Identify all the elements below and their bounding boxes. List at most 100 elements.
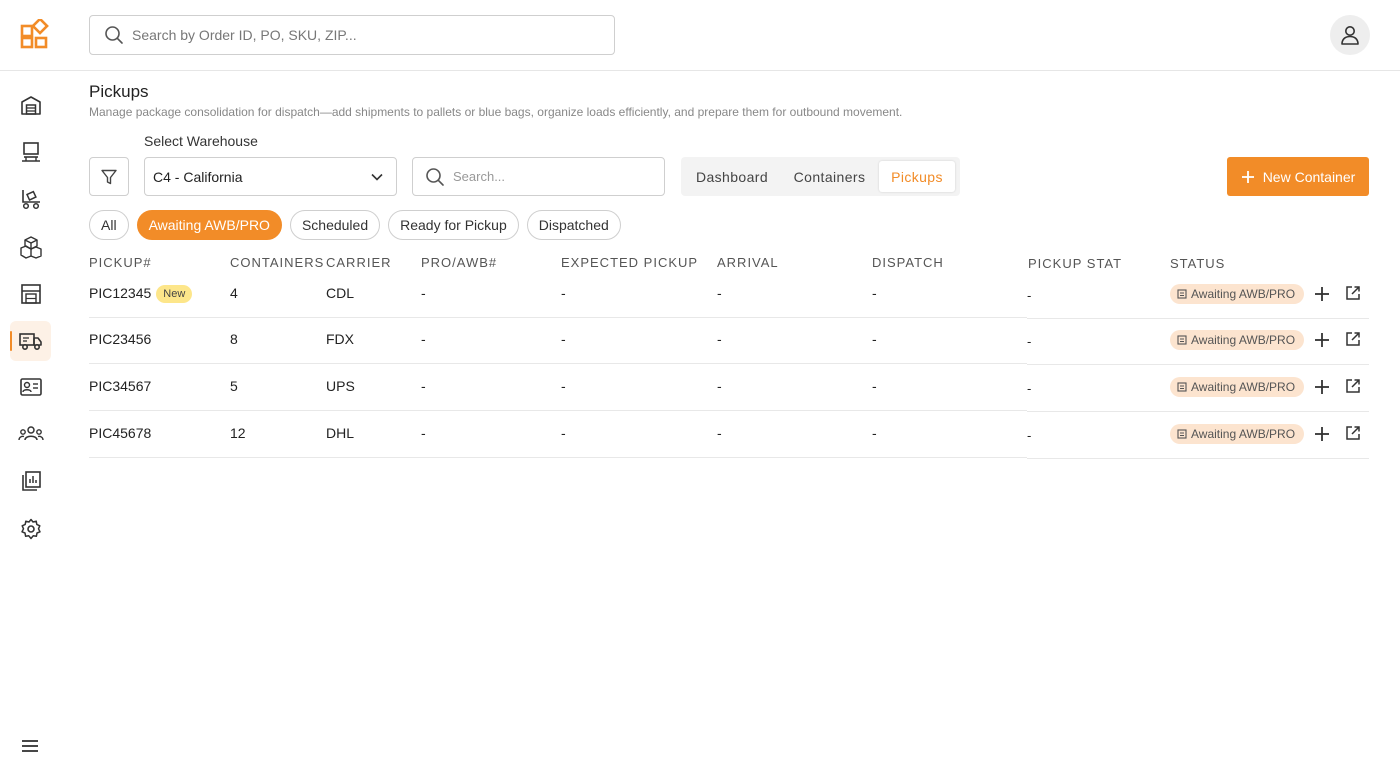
settings-icon — [20, 518, 41, 540]
add-button[interactable] — [1312, 284, 1332, 304]
pro-awb-cell: - — [421, 331, 426, 347]
column-header-dispatch[interactable]: DISPATCH — [872, 255, 944, 270]
column-header-pickup[interactable]: PICKUP# — [89, 255, 152, 270]
row-divider — [89, 457, 1027, 458]
add-button[interactable] — [1312, 330, 1332, 350]
column-header-arrival[interactable]: ARRIVAL — [717, 255, 779, 270]
chip-dispatched[interactable]: Dispatched — [526, 210, 621, 240]
column-header-carrier[interactable]: CARRIER — [326, 255, 392, 270]
containers-cell: 12 — [230, 425, 246, 441]
sidebar-item-workstation[interactable] — [10, 132, 51, 172]
table-row[interactable]: PIC45678 12 DHL - - - - - Awaiting AWB/P… — [89, 411, 1369, 459]
contact-card-icon — [19, 378, 42, 396]
add-button[interactable] — [1312, 424, 1332, 444]
expected-pickup-cell: - — [561, 378, 566, 394]
users-icon — [17, 426, 44, 441]
row-divider — [1027, 458, 1369, 459]
sidebar-item-dock[interactable] — [10, 179, 51, 219]
sidebar-item-packages[interactable] — [10, 227, 51, 267]
app-logo-icon[interactable] — [20, 17, 50, 49]
column-header-pro-awb[interactable]: PRO/AWB# — [421, 255, 497, 270]
sidebar-item-shelving[interactable] — [10, 274, 51, 314]
pickup-stat-cell: - — [1027, 428, 1032, 443]
pickup-id-cell[interactable]: PIC12345 New — [89, 285, 193, 303]
tab-pickups[interactable]: Pickups — [879, 161, 955, 192]
user-avatar[interactable] — [1330, 15, 1370, 55]
table-search-input[interactable] — [453, 169, 653, 184]
reports-icon — [21, 471, 41, 491]
truck-icon — [18, 333, 42, 351]
chip-ready-for-pickup[interactable]: Ready for Pickup — [388, 210, 519, 240]
page-subtitle: Manage package consolidation for dispatc… — [89, 105, 903, 119]
plus-icon — [1241, 170, 1254, 183]
dock-icon — [21, 190, 40, 210]
open-external-icon — [1346, 379, 1360, 393]
chip-scheduled[interactable]: Scheduled — [289, 210, 381, 240]
add-button[interactable] — [1312, 377, 1332, 397]
global-search[interactable] — [89, 15, 615, 55]
sidebar-item-pickups[interactable] — [10, 321, 51, 361]
containers-cell: 8 — [230, 331, 238, 347]
open-external-icon — [1346, 286, 1360, 300]
table-row[interactable]: PIC34567 5 UPS - - - - - Awaiting AWB/PR… — [89, 364, 1369, 412]
warehouse-select-value: C4 - California — [153, 168, 243, 185]
pickup-id-cell[interactable]: PIC45678 — [89, 425, 151, 441]
status-icon — [1177, 429, 1187, 439]
new-container-button[interactable]: New Container — [1227, 157, 1369, 196]
plus-icon — [1315, 427, 1329, 441]
expected-pickup-cell: - — [561, 285, 566, 301]
plus-icon — [1315, 287, 1329, 301]
carrier-cell: UPS — [326, 378, 355, 394]
chip-all[interactable]: All — [89, 210, 129, 240]
column-header-expected-pickup[interactable]: EXPECTED PICKUP — [561, 255, 698, 270]
filter-icon — [101, 169, 117, 184]
open-button[interactable] — [1343, 283, 1363, 303]
warehouse-icon — [20, 96, 41, 115]
new-container-label: New Container — [1262, 168, 1356, 185]
sidebar-item-contacts[interactable] — [10, 367, 51, 407]
sidebar-item-warehouse[interactable] — [10, 85, 51, 125]
open-button[interactable] — [1343, 376, 1363, 396]
open-external-icon — [1346, 426, 1360, 440]
open-external-icon — [1346, 332, 1360, 346]
sidebar-menu-button[interactable] — [10, 726, 50, 766]
table-row[interactable]: PIC23456 8 FDX - - - - - Awaiting AWB/PR… — [89, 317, 1369, 365]
pro-awb-cell: - — [421, 425, 426, 441]
status-badge: Awaiting AWB/PRO — [1170, 424, 1305, 444]
column-header-pickup-stat[interactable]: PICKUP STAT — [1028, 256, 1122, 271]
status-badge: Awaiting AWB/PRO — [1170, 377, 1305, 397]
status-badge-label: Awaiting AWB/PRO — [1191, 333, 1296, 347]
search-icon — [426, 167, 444, 186]
sidebar-item-reports[interactable] — [10, 461, 51, 501]
tab-containers[interactable]: Containers — [780, 161, 879, 192]
column-header-containers[interactable]: CONTAINERS — [230, 255, 324, 270]
sidebar-item-users[interactable] — [10, 414, 51, 454]
column-header-status[interactable]: STATUS — [1170, 256, 1225, 271]
arrival-cell: - — [717, 378, 722, 394]
packages-icon — [19, 236, 42, 259]
carrier-cell: FDX — [326, 331, 354, 347]
open-button[interactable] — [1343, 423, 1363, 443]
filter-button[interactable] — [89, 157, 129, 196]
global-search-input[interactable] — [132, 27, 592, 43]
pickup-id-cell[interactable]: PIC23456 — [89, 331, 151, 347]
pickup-id-cell[interactable]: PIC34567 — [89, 378, 151, 394]
open-button[interactable] — [1343, 329, 1363, 349]
warehouse-select[interactable]: C4 - California — [144, 157, 397, 196]
status-badge: Awaiting AWB/PRO — [1170, 330, 1305, 350]
view-tabs: Dashboard Containers Pickups — [681, 157, 960, 196]
table-search[interactable] — [412, 157, 665, 196]
new-badge: New — [156, 285, 193, 303]
search-icon — [105, 26, 123, 44]
status-icon — [1177, 382, 1187, 392]
dispatch-cell: - — [872, 285, 877, 301]
dispatch-cell: - — [872, 425, 877, 441]
tab-dashboard[interactable]: Dashboard — [684, 161, 780, 192]
table-row[interactable]: PIC12345 New 4 CDL - - - - - Awaiting AWB… — [89, 271, 1369, 319]
sidebar-item-settings[interactable] — [10, 509, 51, 549]
status-badge-label: Awaiting AWB/PRO — [1191, 427, 1296, 441]
chip-awaiting-awb-pro[interactable]: Awaiting AWB/PRO — [136, 210, 282, 240]
arrival-cell: - — [717, 425, 722, 441]
carrier-cell: CDL — [326, 285, 355, 301]
pickup-id: PIC12345 — [89, 285, 152, 301]
